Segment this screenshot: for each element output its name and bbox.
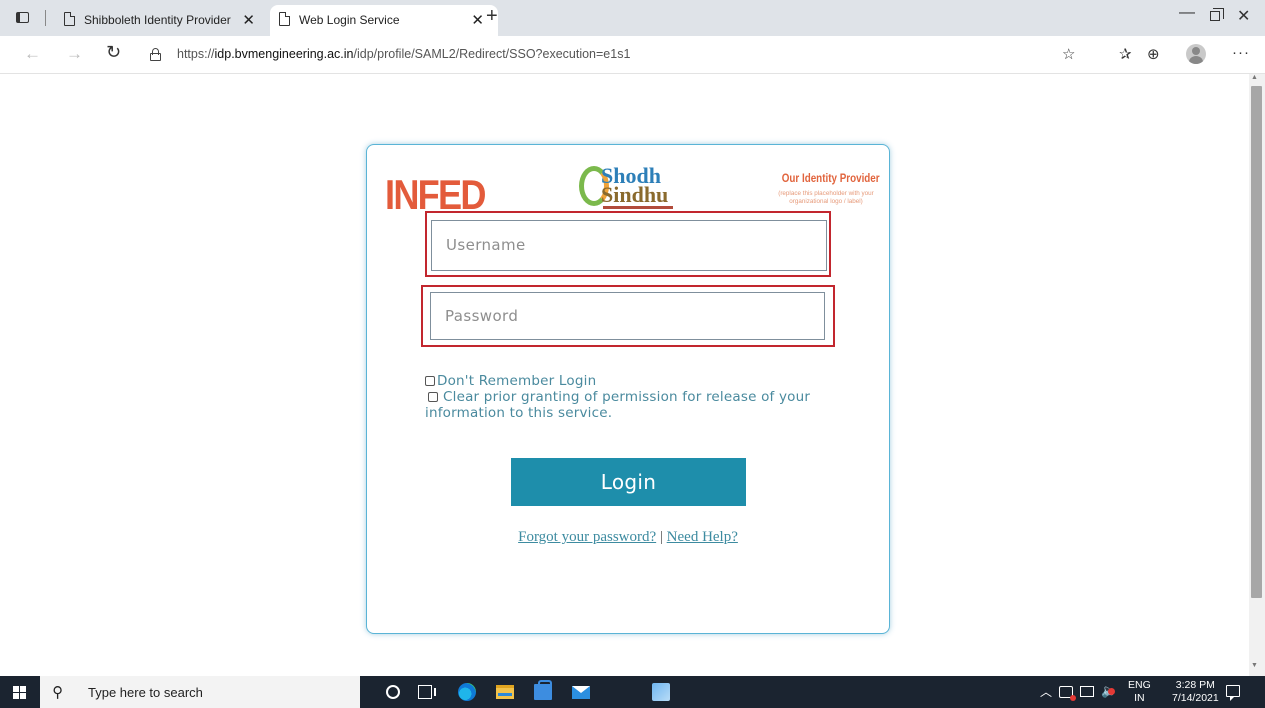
url-path: /idp/profile/SAML2/Redirect/SSO?executio…	[353, 47, 631, 61]
scroll-up-icon[interactable]: ▲	[1251, 74, 1258, 81]
clear-consent-checkbox[interactable]	[428, 392, 438, 402]
task-view-icon[interactable]	[418, 685, 436, 699]
taskbar: ⚲ Type here to search ︿ 🔈 ENGIN 3:28 PM7…	[0, 676, 1265, 708]
page-icon	[279, 12, 290, 26]
notifications-icon[interactable]	[1226, 685, 1240, 701]
tab-shibboleth[interactable]: Shibboleth Identity Provider ✕	[55, 5, 269, 36]
favorites-icon[interactable]: ✰	[1119, 45, 1132, 63]
clear-consent-label: Clear prior granting of permission for r…	[425, 389, 811, 421]
back-icon[interactable]: ←	[24, 44, 41, 64]
lang-region: IN	[1134, 692, 1145, 704]
tab-close-icon[interactable]: ✕	[242, 11, 255, 29]
idp-brand-subtitle: (replace this placeholder with your orga…	[778, 190, 874, 205]
browser-toolbar: ← → ↻ https://idp.bvmengineering.ac.in/i…	[0, 36, 1265, 74]
forgot-password-link[interactable]: Forgot your password?	[518, 529, 656, 545]
login-options: Don't Remember Login Clear prior grantin…	[425, 373, 845, 421]
dont-remember-label: Don't Remember Login	[437, 373, 597, 389]
new-tab-icon[interactable]: +	[486, 5, 498, 28]
sindhu-text: Sindhu	[601, 182, 669, 207]
login-card: INFED Shodh Sindhu Our Identity Provider …	[366, 144, 890, 634]
search-icon: ⚲	[52, 684, 63, 701]
page-icon	[64, 12, 75, 26]
tab-actions-icon[interactable]	[14, 9, 32, 27]
url-prefix: https://	[177, 47, 215, 61]
show-hidden-icons-icon[interactable]: ︿	[1040, 683, 1052, 700]
url-host: idp.bvmengineering.ac.in	[214, 47, 354, 61]
scroll-down-icon[interactable]: ▼	[1251, 662, 1258, 669]
restore-icon[interactable]	[1210, 8, 1224, 24]
window-close-icon[interactable]: ✕	[1237, 6, 1250, 26]
login-button[interactable]: Login	[511, 458, 746, 506]
browser-tab-strip: Shibboleth Identity Provider ✕ Web Login…	[0, 0, 1265, 36]
add-favorite-icon[interactable]: ☆	[1062, 45, 1075, 63]
tab-label: Shibboleth Identity Provider	[84, 13, 231, 27]
help-links: Forgot your password? | Need Help?	[367, 529, 889, 546]
shodhsindhu-logo: Shodh Sindhu	[579, 162, 679, 214]
clock-date: 7/14/2021	[1172, 692, 1219, 704]
cortana-icon[interactable]	[386, 685, 400, 699]
taskbar-clock[interactable]: 3:28 PM 7/14/2021	[1172, 679, 1219, 705]
mail-icon[interactable]	[572, 686, 590, 699]
collections-icon[interactable]: ⊕	[1147, 45, 1160, 63]
clock-time: 3:28 PM	[1175, 679, 1215, 691]
photos-app-icon[interactable]	[652, 683, 670, 701]
lock-icon[interactable]	[150, 48, 161, 61]
minimize-icon[interactable]: —	[1179, 4, 1195, 22]
tab-label: Web Login Service	[299, 13, 400, 27]
taskbar-search[interactable]: ⚲ Type here to search	[40, 676, 360, 708]
tray-app-icon[interactable]	[1059, 686, 1076, 701]
dont-remember-option[interactable]: Don't Remember Login	[425, 373, 845, 389]
network-icon[interactable]	[1080, 686, 1094, 697]
lang-code: ENG	[1128, 679, 1151, 691]
volume-muted-icon[interactable]: 🔈	[1101, 683, 1117, 699]
idp-brand-logo: Our Identity Provider (replace this plac…	[771, 169, 881, 206]
store-icon[interactable]	[534, 680, 552, 700]
windows-start-icon[interactable]	[13, 686, 26, 699]
password-field[interactable]: Password	[430, 292, 825, 340]
need-help-link[interactable]: Need Help?	[667, 529, 738, 545]
file-explorer-icon[interactable]	[496, 685, 514, 699]
profile-avatar[interactable]	[1186, 44, 1206, 64]
tab-web-login[interactable]: Web Login Service ✕	[270, 5, 498, 36]
more-options-icon[interactable]: ···	[1232, 44, 1250, 61]
tab-close-icon[interactable]: ✕	[471, 11, 484, 29]
forward-icon[interactable]: →	[66, 44, 83, 64]
clear-consent-option[interactable]: Clear prior granting of permission for r…	[425, 389, 845, 421]
username-field[interactable]: Username	[431, 220, 827, 271]
taskbar-search-placeholder: Type here to search	[88, 685, 203, 700]
reload-icon[interactable]: ↻	[106, 42, 121, 63]
tab-separator	[45, 10, 46, 26]
edge-browser-icon[interactable]	[458, 683, 476, 701]
idp-brand-title: Our Identity Provider	[781, 171, 880, 185]
scrollbar-thumb[interactable]	[1251, 86, 1262, 598]
dont-remember-checkbox[interactable]	[425, 376, 435, 386]
link-separator: |	[659, 529, 663, 545]
address-bar[interactable]: https://idp.bvmengineering.ac.in/idp/pro…	[177, 47, 630, 61]
language-indicator[interactable]: ENG IN	[1128, 679, 1151, 705]
